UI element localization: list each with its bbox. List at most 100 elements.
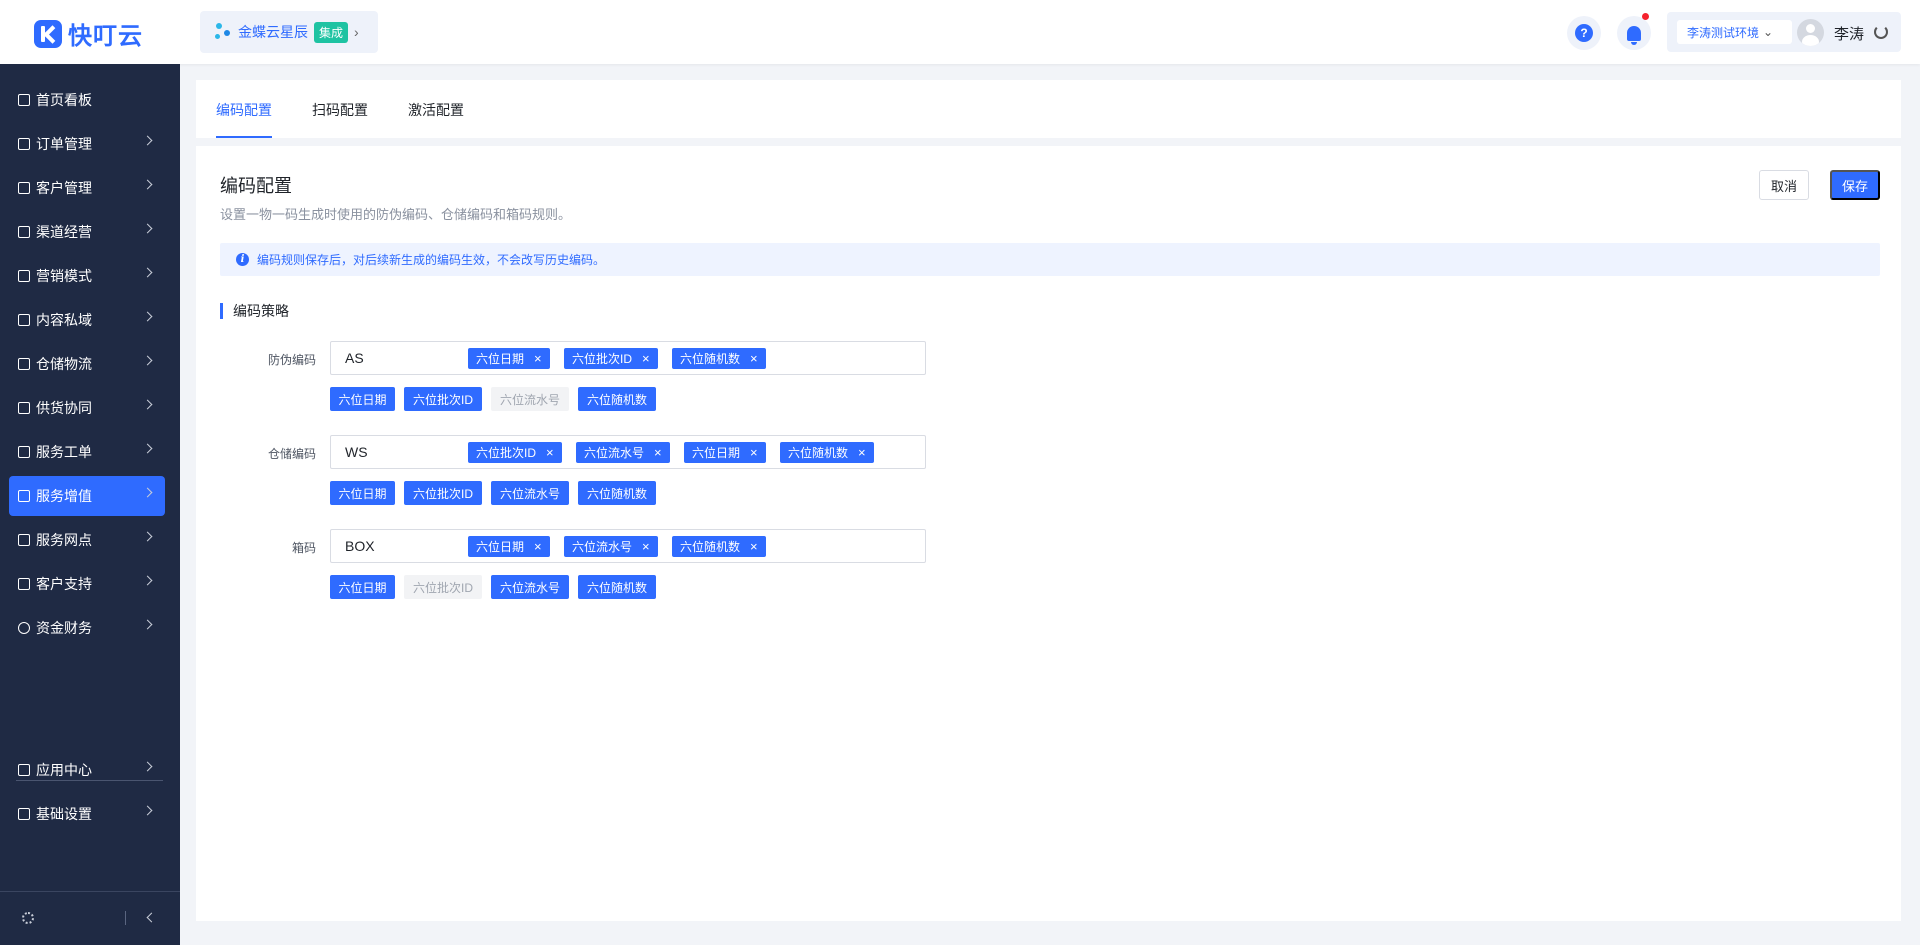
chevron-right-icon (142, 487, 153, 498)
support-icon (18, 578, 30, 590)
tab-scan[interactable]: 扫码配置 (312, 100, 368, 120)
chip-label: 六位流水号 (584, 446, 645, 460)
selected-chip: 六位批次ID × (468, 442, 562, 463)
segment-option[interactable]: 六位流水号 (491, 575, 569, 599)
sidebar-item-11[interactable]: 客户支持 (9, 564, 165, 604)
sidebar-footer (0, 891, 180, 945)
close-icon[interactable]: × (750, 445, 758, 460)
tab-encoding[interactable]: 编码配置 (216, 100, 272, 120)
sidebar-item-label: 资金财务 (36, 620, 92, 636)
sidebar-item-1[interactable]: 订单管理 (9, 124, 165, 164)
segment-option[interactable]: 六位随机数 (578, 387, 656, 411)
close-icon[interactable]: × (546, 445, 554, 460)
integration-name: 金蝶云星辰 (238, 24, 308, 40)
page-description: 设置一物一码生成时使用的防伪编码、仓储编码和箱码规则。 (220, 207, 572, 222)
sidebar-item-7[interactable]: 供货协同 (9, 388, 165, 428)
save-button[interactable]: 保存 (1830, 170, 1880, 200)
sidebar-item-label: 服务网点 (36, 532, 92, 548)
rule-prefix[interactable]: WS (345, 444, 368, 460)
close-icon[interactable]: × (642, 539, 650, 554)
sidebar-item-3[interactable]: 渠道经营 (9, 212, 165, 252)
segment-option[interactable]: 六位日期 (330, 387, 395, 411)
sidebar-item-0[interactable]: 首页看板 (9, 80, 165, 120)
close-icon[interactable]: × (534, 351, 542, 366)
chevron-right-icon (142, 223, 153, 234)
collapse-icon[interactable] (146, 912, 157, 923)
chevron-right-icon: › (354, 24, 359, 40)
sidebar-item-4[interactable]: 营销模式 (9, 256, 165, 296)
rule-prefix[interactable]: AS (345, 350, 364, 366)
notification-button[interactable] (1617, 13, 1651, 50)
segment-option[interactable]: 六位随机数 (578, 575, 656, 599)
close-icon[interactable]: × (654, 445, 662, 460)
integration-switch[interactable]: 金蝶云星辰 集成 › (200, 11, 378, 53)
segment-option[interactable]: 六位日期 (330, 481, 395, 505)
segment-option[interactable]: 六位流水号 (491, 387, 569, 411)
close-icon[interactable]: × (750, 539, 758, 554)
chevron-right-icon (142, 311, 153, 322)
chip-label: 六位流水号 (572, 540, 633, 554)
sidebar-item-12[interactable]: 资金财务 (9, 608, 165, 648)
segment-option[interactable]: 六位流水号 (491, 481, 569, 505)
warehouse-icon (18, 358, 30, 370)
sidebar-item-9[interactable]: 服务增值 (9, 476, 165, 516)
sidebar-item-10[interactable]: 服务网点 (9, 520, 165, 560)
bell-icon (1627, 25, 1641, 45)
notification-dot (1642, 13, 1649, 20)
chip-label: 六位随机数 (680, 352, 741, 366)
chip-label: 六位随机数 (680, 540, 741, 554)
segment-option[interactable]: 六位批次ID (404, 387, 482, 411)
user-name[interactable]: 李涛 (1834, 23, 1864, 44)
sidebar-item-6[interactable]: 仓储物流 (9, 344, 165, 384)
chevron-right-icon (142, 575, 153, 586)
segment-option[interactable]: 六位随机数 (578, 481, 656, 505)
sidebar-item-2[interactable]: 客户管理 (9, 168, 165, 208)
chip-label: 六位日期 (692, 446, 741, 460)
chevron-right-icon (142, 179, 153, 190)
segment-option[interactable]: 六位日期 (330, 575, 395, 599)
chip-label: 六位日期 (476, 352, 525, 366)
rule-input[interactable]: BOX 六位日期 × 六位流水号 × 六位随机数 × (330, 529, 926, 563)
sidebar-item-label: 订单管理 (36, 136, 92, 152)
refresh-icon[interactable] (1874, 25, 1888, 39)
tag-icon (18, 270, 30, 282)
integration-badge: 集成 (314, 21, 349, 43)
environment-select[interactable]: 李涛测试环境 ⌄ (1677, 20, 1792, 44)
rule-prefix[interactable]: BOX (345, 538, 375, 554)
selected-chip: 六位随机数 × (672, 348, 766, 369)
supply-icon (18, 402, 30, 414)
segment-option[interactable]: 六位批次ID (404, 481, 482, 505)
close-icon[interactable]: × (750, 351, 758, 366)
user-panel: 李涛测试环境 ⌄ 李涛 (1667, 12, 1901, 52)
sidebar-item-label: 内容私域 (36, 312, 92, 328)
notice-banner: i 编码规则保存后，对后续新生成的编码生效，不会改写历史编码。 (220, 243, 1880, 276)
sidebar-item-label: 首页看板 (36, 92, 92, 108)
sidebar-bottom-item-0[interactable]: 应用中心 (9, 750, 165, 790)
sidebar-item-label: 供货协同 (36, 400, 92, 416)
gear-icon[interactable] (22, 912, 34, 924)
chevron-right-icon (142, 135, 153, 146)
order-icon (18, 138, 30, 150)
sidebar-item-label: 应用中心 (36, 762, 92, 778)
rule-input[interactable]: AS 六位日期 × 六位批次ID × 六位随机数 × (330, 341, 926, 375)
rule-input[interactable]: WS 六位批次ID × 六位流水号 × 六位日期 × 六位随机数 × (330, 435, 926, 469)
sidebar: 首页看板订单管理客户管理 渠道经营 营销模式内容私域仓储物流供货协同服务工单 服务增值… (0, 64, 180, 945)
section-title: 编码策略 (220, 303, 289, 319)
cancel-button[interactable]: 取消 (1759, 170, 1809, 200)
close-icon[interactable]: × (858, 445, 866, 460)
sidebar-bottom-item-1[interactable]: 基础设置 (9, 794, 165, 834)
sidebar-item-5[interactable]: 内容私域 (9, 300, 165, 340)
logo[interactable]: 快叮云 (34, 16, 143, 51)
info-icon: i (236, 253, 249, 266)
store-icon (18, 534, 30, 546)
settings-icon (18, 808, 30, 820)
close-icon[interactable]: × (642, 351, 650, 366)
avatar[interactable] (1797, 19, 1824, 46)
help-button[interactable]: ? (1567, 16, 1601, 50)
close-icon[interactable]: × (534, 539, 542, 554)
segment-option[interactable]: 六位批次ID (404, 575, 482, 599)
sidebar-item-8[interactable]: 服务工单 (9, 432, 165, 472)
rule-label: 防伪编码 (267, 353, 316, 367)
bag-icon (18, 490, 30, 502)
tab-activation[interactable]: 激活配置 (408, 100, 464, 120)
